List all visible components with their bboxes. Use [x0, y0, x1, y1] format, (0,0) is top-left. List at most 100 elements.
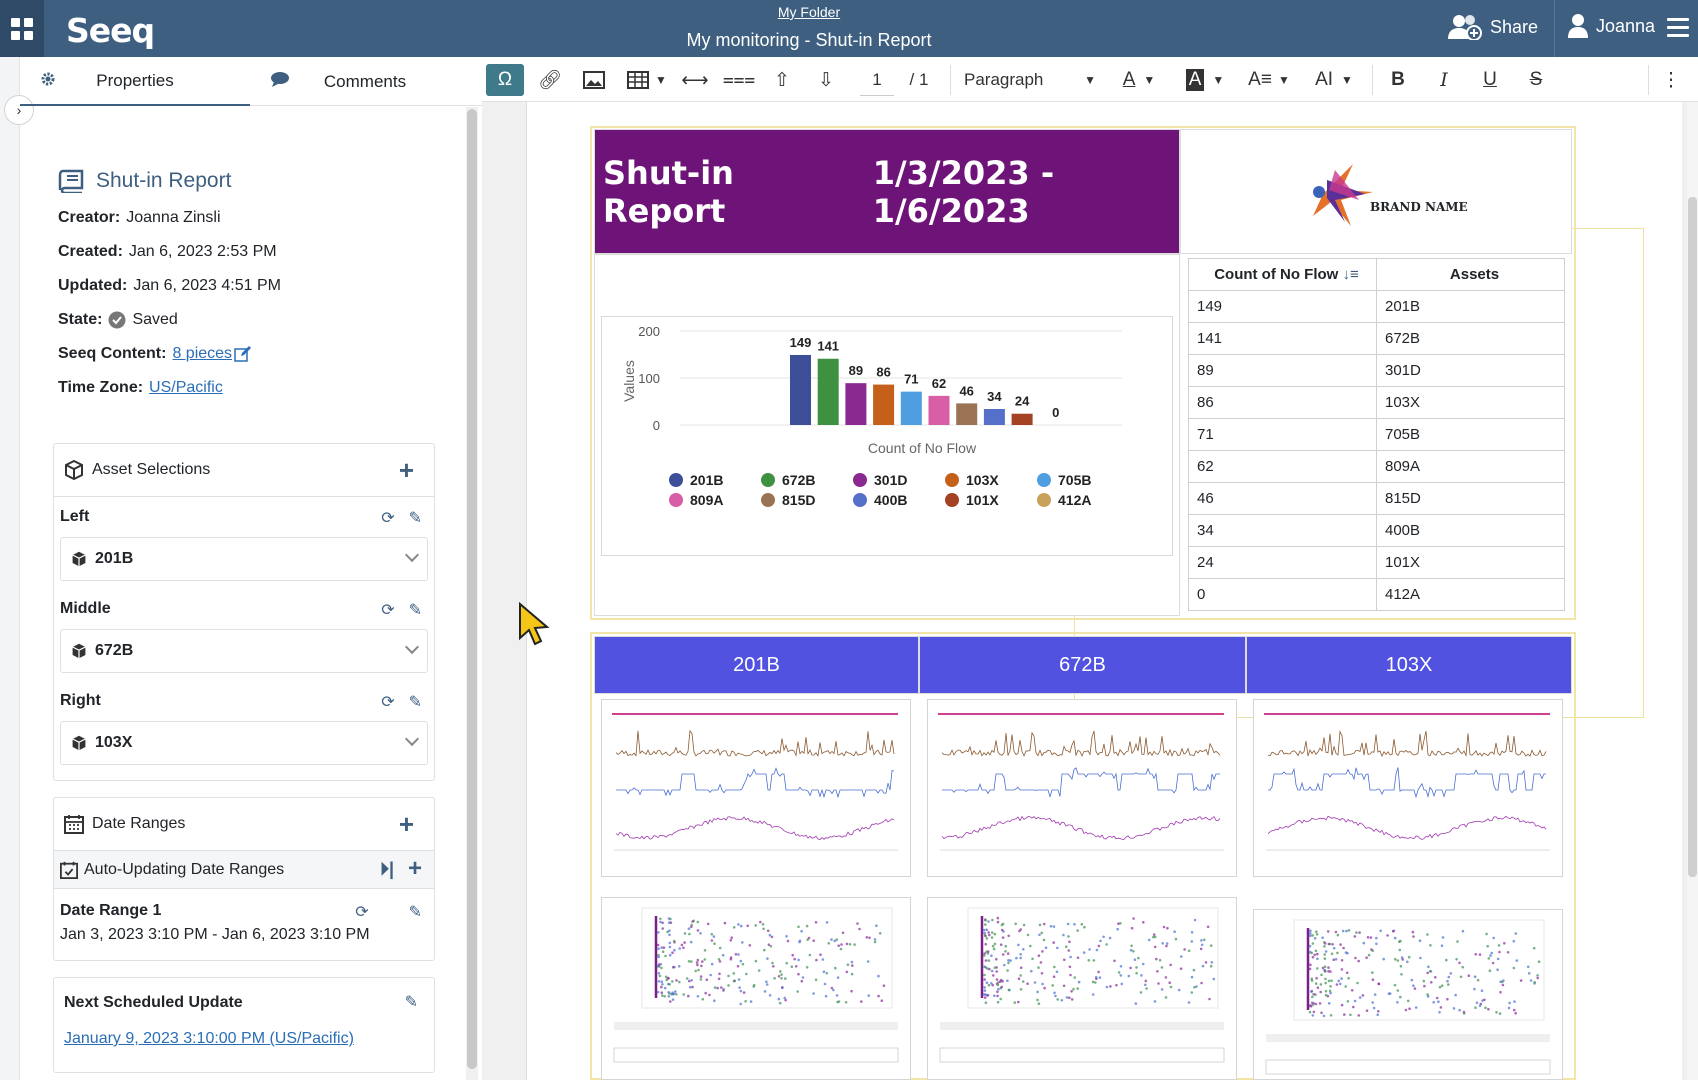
scatter-point [1334, 930, 1338, 934]
scatter-point [992, 974, 995, 977]
state-row: State: Saved [58, 311, 178, 329]
edit-icon[interactable]: ✎ [409, 902, 422, 922]
page-break-button[interactable]: ⩶ [722, 64, 756, 96]
image-button[interactable] [578, 64, 610, 96]
user-menu[interactable]: Joanna [1568, 14, 1655, 38]
scatter-point [1411, 930, 1415, 934]
scatter-point [1080, 922, 1084, 926]
seeq-content-button[interactable]: Ω [486, 64, 524, 96]
scatter-chart-right[interactable] [1253, 909, 1563, 1080]
editor-scroll-thumb[interactable] [1688, 197, 1697, 877]
scatter-point [1514, 932, 1518, 935]
scatter-point [987, 920, 990, 923]
scatter-point [812, 939, 815, 942]
move-up-button[interactable]: ⇧ [766, 64, 798, 96]
scatter-point [1495, 1011, 1498, 1014]
scatter-point [1015, 956, 1018, 960]
edit-icon[interactable]: ✎ [409, 508, 422, 528]
add-asset-button[interactable]: + [399, 457, 414, 483]
trend-chart-middle[interactable] [927, 699, 1237, 877]
scatter-point [1129, 948, 1133, 952]
scatter-point [793, 957, 796, 961]
sidebar-scroll-thumb[interactable] [467, 109, 477, 1069]
highlight-color-button[interactable]: A ▼ [1178, 64, 1232, 96]
edit-icon[interactable]: ✎ [405, 992, 418, 1012]
refresh-icon[interactable]: ⟳ [355, 902, 368, 922]
scatter-point [1113, 959, 1116, 963]
trend-chart-left[interactable] [601, 699, 911, 877]
scatter-point [1007, 961, 1010, 965]
chevron-down-icon: ▼ [655, 73, 667, 87]
scatter-point [786, 939, 790, 943]
edit-icon[interactable]: ✎ [409, 600, 422, 620]
scatter-point [661, 983, 664, 986]
refresh-icon[interactable]: ⟳ [381, 508, 394, 528]
column-header-count[interactable]: Count of No Flow ↓≡ [1188, 258, 1377, 291]
scatter-point [1135, 966, 1138, 969]
scatter-point [1340, 959, 1344, 962]
folder-link[interactable]: My Folder [0, 4, 1618, 20]
add-auto-range-button[interactable]: + [408, 855, 422, 883]
scatter-point [845, 942, 849, 946]
scatter-point [983, 934, 987, 937]
more-options-button[interactable]: ⋮ [1658, 64, 1684, 96]
add-date-range-button[interactable]: + [399, 811, 414, 837]
scatter-point [1019, 953, 1022, 956]
hamburger-menu-icon[interactable] [1667, 18, 1689, 42]
asset-select-middle[interactable]: 672B [60, 629, 428, 673]
scatter-point [1340, 977, 1343, 980]
scatter-point [796, 990, 799, 993]
underline-button[interactable]: U [1474, 64, 1506, 96]
font-size-button[interactable]: A≡ ▼ [1242, 64, 1296, 96]
content-link[interactable]: 8 pieces [172, 345, 232, 363]
asset-select-right[interactable]: 103X [60, 721, 428, 765]
scatter-point [1166, 926, 1169, 930]
scatter-point [1358, 996, 1362, 999]
strikethrough-button[interactable]: S [1520, 64, 1552, 96]
scatter-point [1073, 923, 1076, 926]
text-case-button[interactable]: AI ▼ [1304, 64, 1364, 96]
scatter-point [1022, 948, 1025, 951]
scatter-chart-left[interactable] [601, 897, 911, 1080]
scatter-point [777, 997, 781, 1001]
chevron-down-icon: ▼ [1084, 73, 1096, 87]
font-color-button[interactable]: A ▼ [1112, 64, 1166, 96]
italic-button[interactable]: I [1428, 64, 1460, 96]
seeq-content-icon: Ω [497, 69, 513, 90]
scatter-point [1145, 987, 1148, 990]
move-down-button[interactable]: ⇩ [810, 64, 842, 96]
scatter-point [1406, 999, 1410, 1003]
timezone-link[interactable]: US/Pacific [149, 379, 223, 396]
tab-comments[interactable]: Comments [250, 57, 480, 106]
trend-chart-right[interactable] [1253, 699, 1563, 877]
edit-icon[interactable] [234, 346, 252, 362]
column-header-assets[interactable]: Assets [1376, 258, 1565, 291]
scatter-point [1091, 993, 1095, 996]
scatter-point [1067, 935, 1070, 938]
bold-button[interactable]: B [1382, 64, 1414, 96]
step-forward-icon[interactable]: ⏵| [380, 859, 394, 880]
bar-400B [983, 409, 1005, 425]
scatter-point [1069, 973, 1072, 977]
scatter-point [1190, 940, 1194, 943]
paragraph-style-select[interactable]: Paragraph ▼ [956, 64, 1102, 96]
full-width-button[interactable]: ⟷ [678, 64, 712, 96]
page-number-input[interactable]: 1 [860, 64, 894, 96]
table-button[interactable]: ▼ [622, 64, 672, 96]
table-row: 62 809A [1188, 450, 1565, 483]
scatter-point [1323, 953, 1326, 956]
chevron-down-icon: ▼ [1212, 73, 1225, 87]
asset-select-left[interactable]: 201B [60, 537, 428, 581]
schedule-link[interactable]: January 9, 2023 3:10:00 PM (US/Pacific) [64, 1030, 354, 1048]
sort-descending-icon[interactable]: ↓≡ [1343, 266, 1359, 283]
top-bar: Seeq My Folder My monitoring - Shut-in R… [0, 0, 1698, 57]
scatter-chart-middle[interactable] [927, 897, 1237, 1080]
refresh-icon[interactable]: ⟳ [381, 692, 394, 712]
tab-properties[interactable]: Properties [20, 57, 250, 106]
scatter-point [1475, 1001, 1479, 1005]
refresh-icon[interactable]: ⟳ [381, 600, 394, 620]
share-button[interactable]: Share [1448, 14, 1538, 40]
edit-icon[interactable]: ✎ [409, 692, 422, 712]
scatter-point [689, 940, 693, 944]
link-button[interactable]: 🔗︎ [534, 64, 566, 96]
